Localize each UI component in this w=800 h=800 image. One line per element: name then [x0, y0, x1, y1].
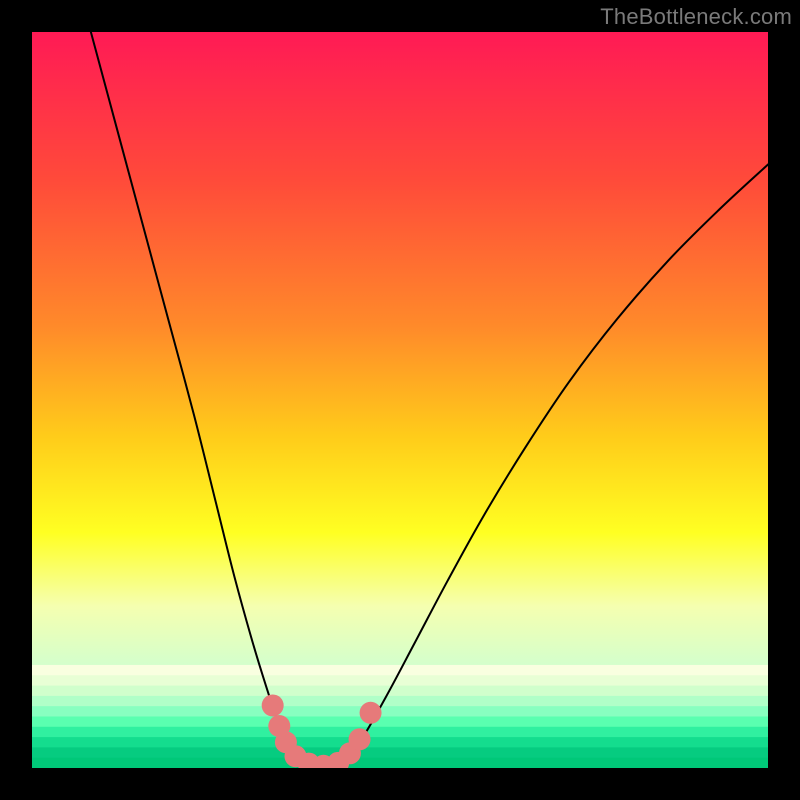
chart-frame: TheBottleneck.com	[0, 0, 800, 800]
gradient-background	[32, 32, 768, 768]
chart-svg	[32, 32, 768, 768]
watermark-text: TheBottleneck.com	[600, 4, 792, 30]
marker-dot	[360, 702, 382, 724]
marker-dot	[349, 728, 371, 750]
marker-dot	[262, 694, 284, 716]
plot-area	[32, 32, 768, 768]
green-band	[32, 665, 768, 768]
